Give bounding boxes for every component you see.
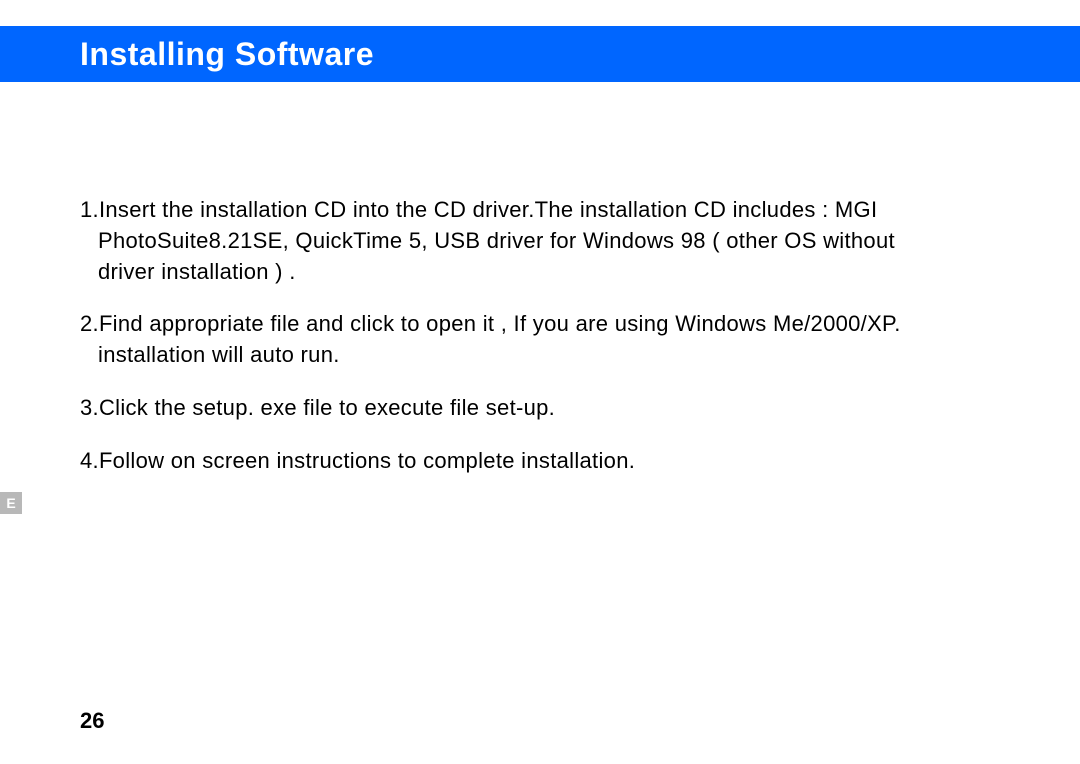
- instruction-text: driver installation ) .: [80, 257, 1020, 288]
- instruction-3: 3.Click the setup. exe file to execute f…: [80, 393, 1020, 424]
- side-tab: E: [0, 492, 22, 514]
- header-band: Installing Software: [0, 26, 1080, 82]
- instruction-text: installation will auto run.: [80, 340, 1020, 371]
- instruction-4: 4.Follow on screen instructions to compl…: [80, 446, 1020, 477]
- page-title: Installing Software: [80, 36, 374, 73]
- page-number: 26: [80, 708, 104, 734]
- instruction-text: 1.Insert the installation CD into the CD…: [80, 195, 1020, 226]
- instruction-text: PhotoSuite8.21SE, QuickTime 5, USB drive…: [80, 226, 1020, 257]
- instruction-text: 2.Find appropriate file and click to ope…: [80, 309, 1020, 340]
- content-area: 1.Insert the installation CD into the CD…: [80, 195, 1020, 499]
- instruction-2: 2.Find appropriate file and click to ope…: [80, 309, 1020, 371]
- instruction-1: 1.Insert the installation CD into the CD…: [80, 195, 1020, 287]
